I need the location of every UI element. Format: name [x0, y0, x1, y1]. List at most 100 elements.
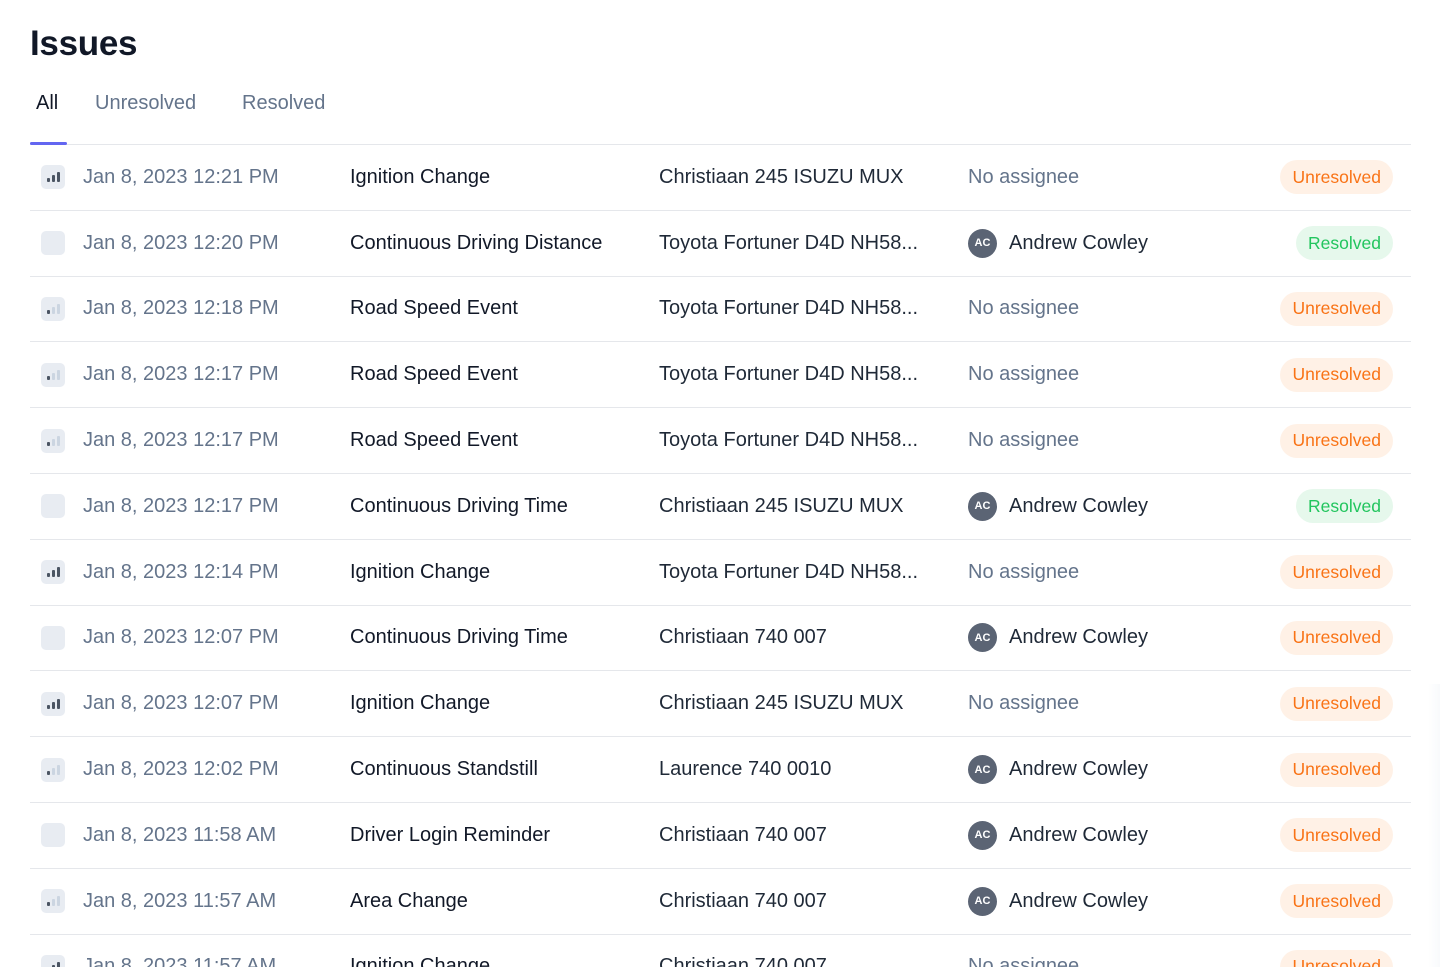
- issue-type: Continuous Driving Time: [350, 626, 568, 649]
- severity-bar: [56, 172, 60, 183]
- status-badge[interactable]: Unresolved: [1280, 818, 1393, 853]
- severity-bar: [56, 698, 60, 709]
- status-badge[interactable]: Unresolved: [1280, 291, 1393, 326]
- assignee[interactable]: No assignee: [968, 342, 1079, 407]
- assignee-name: No assignee: [968, 560, 1080, 583]
- severity-icon: [41, 145, 65, 210]
- tab-all[interactable]: All: [36, 86, 58, 144]
- severity-bar: [46, 309, 50, 314]
- severity-bar: [51, 701, 55, 709]
- status-cell: Resolved: [1296, 211, 1393, 276]
- avatar: AC: [968, 755, 997, 785]
- assignee-name: No assignee: [968, 363, 1080, 386]
- status-badge[interactable]: Resolved: [1296, 226, 1393, 261]
- assignee[interactable]: AC Andrew Cowley: [968, 803, 1148, 868]
- assignee-name: Andrew Cowley: [1009, 231, 1148, 254]
- severity-icon: [41, 540, 65, 605]
- table-row[interactable]: Jan 8, 2023 11:57 AM Area Change Christi…: [30, 869, 1411, 935]
- assignee-name: No assignee: [968, 692, 1080, 715]
- issue-date: Jan 8, 2023 12:18 PM: [83, 297, 279, 320]
- severity-icon: [41, 869, 65, 934]
- status-badge[interactable]: Resolved: [1296, 489, 1393, 524]
- table-row[interactable]: Jan 8, 2023 12:20 PM Continuous Driving …: [30, 211, 1411, 277]
- status-badge[interactable]: Unresolved: [1280, 686, 1393, 721]
- assignee[interactable]: AC Andrew Cowley: [968, 737, 1148, 802]
- table-row[interactable]: Jan 8, 2023 12:18 PM Road Speed Event To…: [30, 277, 1411, 343]
- table-row[interactable]: Jan 8, 2023 12:07 PM Ignition Change Chr…: [30, 671, 1411, 738]
- status-badge[interactable]: Unresolved: [1280, 884, 1393, 919]
- table-row[interactable]: Jan 8, 2023 11:58 AM Driver Login Remind…: [30, 803, 1411, 869]
- issue-tabs: All Unresolved Resolved: [30, 86, 1411, 145]
- issue-vehicle: Christiaan 245 ISUZU MUX: [659, 165, 904, 188]
- severity-bar: [56, 369, 60, 380]
- assignee[interactable]: No assignee: [968, 935, 1079, 967]
- table-row[interactable]: Jan 8, 2023 11:57 AM Ignition Change Chr…: [30, 935, 1411, 967]
- severity-icon: [41, 342, 65, 407]
- issue-type: Road Speed Event: [350, 363, 518, 386]
- scrollbar-track[interactable]: [1428, 684, 1440, 967]
- status-cell: Unresolved: [1280, 737, 1393, 802]
- assignee[interactable]: No assignee: [968, 540, 1079, 605]
- table-row[interactable]: Jan 8, 2023 12:14 PM Ignition Change Toy…: [30, 540, 1411, 606]
- status-badge[interactable]: Unresolved: [1280, 620, 1393, 655]
- issue-vehicle: Toyota Fortuner D4D NH58...: [659, 560, 918, 583]
- issue-type: Ignition Change: [350, 955, 491, 967]
- status-cell: Unresolved: [1280, 540, 1393, 605]
- table-row[interactable]: Jan 8, 2023 12:21 PM Ignition Change Chr…: [30, 145, 1411, 211]
- status-badge[interactable]: Unresolved: [1280, 949, 1393, 967]
- assignee[interactable]: AC Andrew Cowley: [968, 606, 1148, 671]
- severity-bar: [46, 441, 50, 446]
- severity-bar: [46, 375, 50, 380]
- severity-icon: [41, 211, 65, 276]
- severity-bar: [51, 372, 55, 380]
- assignee-name: Andrew Cowley: [1009, 823, 1148, 846]
- severity-bar: [51, 899, 55, 907]
- assignee[interactable]: No assignee: [968, 671, 1079, 736]
- status-cell: Unresolved: [1280, 145, 1393, 210]
- assignee[interactable]: AC Andrew Cowley: [968, 211, 1148, 276]
- issue-date: Jan 8, 2023 12:21 PM: [83, 165, 279, 188]
- tab-unresolved[interactable]: Unresolved: [95, 86, 196, 144]
- status-badge[interactable]: Unresolved: [1280, 357, 1393, 392]
- tab-resolved[interactable]: Resolved: [242, 86, 325, 144]
- status-badge[interactable]: Unresolved: [1280, 752, 1393, 787]
- issue-date: Jan 8, 2023 11:57 AM: [83, 889, 277, 912]
- status-cell: Unresolved: [1280, 408, 1393, 473]
- issue-type: Continuous Driving Distance: [350, 231, 603, 254]
- issue-type: Continuous Driving Time: [350, 494, 568, 517]
- avatar: AC: [968, 623, 997, 653]
- issues-page: Issues All Unresolved Resolved Jan 8, 20…: [0, 0, 1440, 967]
- severity-bar: [56, 567, 60, 578]
- severity-bar: [46, 704, 50, 709]
- avatar: AC: [968, 886, 997, 916]
- status-badge[interactable]: Unresolved: [1280, 423, 1393, 458]
- severity-icon: [41, 935, 65, 967]
- issue-type: Ignition Change: [350, 692, 491, 715]
- severity-icon: [41, 606, 65, 671]
- table-row[interactable]: Jan 8, 2023 12:17 PM Road Speed Event To…: [30, 408, 1411, 474]
- status-badge[interactable]: Unresolved: [1280, 555, 1393, 590]
- assignee[interactable]: No assignee: [968, 277, 1079, 342]
- assignee[interactable]: AC Andrew Cowley: [968, 474, 1148, 539]
- issue-vehicle: Toyota Fortuner D4D NH58...: [659, 429, 918, 452]
- table-row[interactable]: Jan 8, 2023 12:17 PM Road Speed Event To…: [30, 342, 1411, 409]
- page-title: Issues: [30, 24, 138, 63]
- assignee[interactable]: AC Andrew Cowley: [968, 869, 1148, 934]
- severity-bar: [51, 306, 55, 314]
- assignee[interactable]: No assignee: [968, 145, 1079, 210]
- issue-vehicle: Christiaan 740 007: [659, 823, 827, 846]
- table-row[interactable]: Jan 8, 2023 12:02 PM Continuous Standsti…: [30, 737, 1411, 803]
- assignee[interactable]: No assignee: [968, 408, 1079, 473]
- status-badge[interactable]: Unresolved: [1280, 160, 1393, 195]
- issue-type: Road Speed Event: [350, 429, 518, 452]
- issue-vehicle: Toyota Fortuner D4D NH58...: [659, 231, 918, 254]
- status-cell: Unresolved: [1280, 935, 1393, 967]
- issue-vehicle: Christiaan 245 ISUZU MUX: [659, 494, 904, 517]
- issue-date: Jan 8, 2023 12:20 PM: [83, 231, 279, 254]
- issue-type: Continuous Standstill: [350, 758, 538, 781]
- status-cell: Unresolved: [1280, 606, 1393, 671]
- table-row[interactable]: Jan 8, 2023 12:07 PM Continuous Driving …: [30, 606, 1411, 672]
- issue-date: Jan 8, 2023 12:02 PM: [83, 758, 279, 781]
- severity-bar: [46, 573, 50, 578]
- table-row[interactable]: Jan 8, 2023 12:17 PM Continuous Driving …: [30, 474, 1411, 540]
